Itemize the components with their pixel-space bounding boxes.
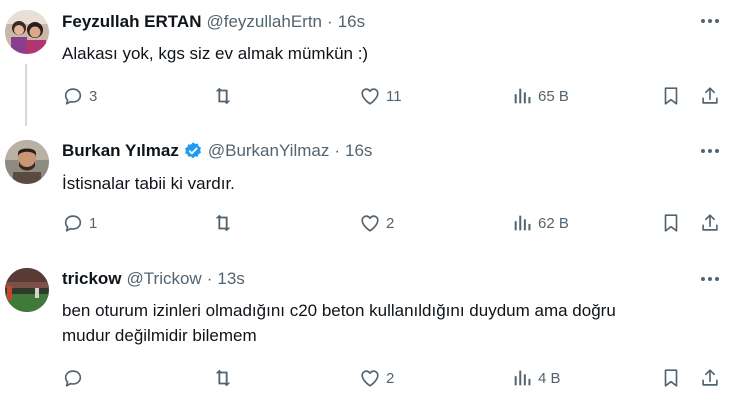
views-button[interactable]: 4 B bbox=[511, 365, 561, 391]
like-button[interactable]: 2 bbox=[359, 210, 394, 236]
timestamp[interactable]: 16s bbox=[338, 12, 365, 32]
tweet-actions: 2 4 B bbox=[62, 365, 722, 391]
tweet-header: Burkan Yılmaz @BurkanYilmaz · 16s bbox=[62, 140, 372, 162]
author-name[interactable]: Burkan Yılmaz bbox=[62, 141, 179, 161]
bookmark-icon bbox=[664, 369, 678, 387]
like-button[interactable]: 11 bbox=[359, 83, 402, 109]
more-options-button[interactable] bbox=[698, 140, 722, 162]
views-bar-chart-icon bbox=[514, 215, 531, 231]
share-icon bbox=[702, 369, 718, 386]
separator-dot: · bbox=[206, 269, 213, 288]
reply-icon bbox=[64, 215, 82, 232]
tweet-header: trickow @Trickow · 13s bbox=[62, 268, 245, 290]
like-button[interactable]: 2 bbox=[359, 365, 394, 391]
more-options-button[interactable] bbox=[698, 268, 722, 290]
author-handle[interactable]: @BurkanYilmaz bbox=[208, 141, 330, 161]
more-dots-icon bbox=[701, 149, 719, 153]
views-bar-chart-icon bbox=[514, 370, 531, 386]
avatar[interactable] bbox=[5, 268, 49, 312]
heart-icon bbox=[361, 88, 379, 105]
author-name[interactable]: Feyzullah ERTAN bbox=[62, 12, 201, 32]
views-button[interactable]: 65 B bbox=[511, 83, 569, 109]
verified-badge-icon bbox=[183, 141, 203, 161]
author-name[interactable]: trickow bbox=[62, 269, 122, 289]
retweet-icon bbox=[215, 214, 231, 232]
timestamp[interactable]: 16s bbox=[345, 141, 372, 161]
two-women-avatar-icon bbox=[5, 10, 49, 54]
timestamp[interactable]: 13s bbox=[217, 269, 244, 289]
bookmark-button[interactable] bbox=[660, 210, 682, 236]
heart-icon bbox=[361, 370, 379, 387]
share-button[interactable] bbox=[699, 83, 721, 109]
share-button[interactable] bbox=[699, 365, 721, 391]
retweet-button[interactable] bbox=[212, 210, 239, 236]
reply-button[interactable]: 1 bbox=[62, 210, 97, 236]
tweet-text: Alakası yok, kgs siz ev almak mümkün :) bbox=[62, 41, 722, 66]
tweet-actions: 1 2 62 B bbox=[62, 210, 722, 236]
reply-count: 1 bbox=[89, 214, 98, 232]
separator-dot: · bbox=[327, 12, 333, 31]
reply-button[interactable] bbox=[62, 365, 89, 391]
views-count: 62 B bbox=[538, 214, 569, 232]
share-button[interactable] bbox=[699, 210, 721, 236]
views-count: 4 B bbox=[538, 369, 561, 387]
views-button[interactable]: 62 B bbox=[511, 210, 569, 236]
retweet-icon bbox=[215, 87, 231, 105]
reply-count: 3 bbox=[89, 87, 98, 105]
share-icon bbox=[702, 214, 718, 231]
share-icon bbox=[702, 87, 718, 104]
tweet-text: İstisnalar tabii ki vardır. bbox=[62, 171, 722, 196]
more-dots-icon bbox=[701, 19, 719, 23]
bookmark-icon bbox=[664, 87, 678, 105]
like-count: 2 bbox=[386, 369, 395, 387]
author-handle[interactable]: @Trickow bbox=[127, 269, 202, 289]
retweet-button[interactable] bbox=[212, 365, 239, 391]
tweet-text-line: İstisnalar tabii ki vardır. bbox=[62, 174, 235, 193]
bookmark-icon bbox=[664, 214, 678, 232]
stadium-avatar-icon bbox=[5, 268, 49, 312]
tweet-text-line: mudur değilmidir bilemem bbox=[62, 326, 257, 345]
avatar[interactable] bbox=[5, 10, 49, 54]
tweet-text-line: Alakası yok, kgs siz ev almak mümkün :) bbox=[62, 44, 369, 63]
heart-icon bbox=[361, 215, 379, 232]
reply-button[interactable]: 3 bbox=[62, 83, 97, 109]
separator-dot: · bbox=[334, 141, 341, 160]
tweet-text: ben oturum izinleri olmadığını c20 beton… bbox=[62, 298, 722, 348]
retweet-button[interactable] bbox=[212, 83, 239, 109]
more-dots-icon bbox=[701, 277, 719, 281]
reply-icon bbox=[64, 370, 82, 387]
author-handle[interactable]: @feyzullahErtn bbox=[206, 12, 322, 32]
views-bar-chart-icon bbox=[514, 88, 531, 104]
like-count: 11 bbox=[386, 87, 402, 105]
bookmark-button[interactable] bbox=[660, 83, 682, 109]
tweet-text-line: ben oturum izinleri olmadığını c20 beton… bbox=[62, 301, 616, 320]
retweet-icon bbox=[215, 369, 231, 387]
more-options-button[interactable] bbox=[698, 10, 722, 32]
like-count: 2 bbox=[386, 214, 395, 232]
thread-connector-line bbox=[25, 64, 27, 126]
avatar[interactable] bbox=[5, 140, 49, 184]
reply-icon bbox=[64, 88, 82, 105]
tweet-actions: 3 11 65 B bbox=[62, 83, 722, 109]
bookmark-button[interactable] bbox=[660, 365, 682, 391]
views-count: 65 B bbox=[538, 87, 569, 105]
tweet-header: Feyzullah ERTAN @feyzullahErtn · 16s bbox=[62, 11, 365, 33]
bearded-man-avatar-icon bbox=[5, 140, 49, 184]
